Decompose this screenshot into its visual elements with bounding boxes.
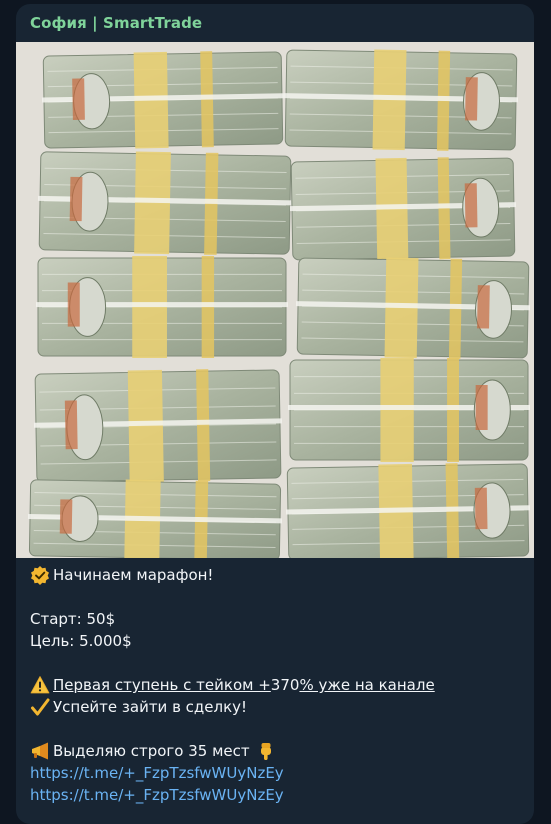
enter-text: Успейте зайти в сделку!: [53, 698, 248, 716]
step-text-c: % уже на канале: [299, 676, 435, 694]
banknote-stack: [285, 463, 530, 558]
banknote-stack: [41, 51, 284, 149]
message-bubble: София | SmartTrade Начинаем марафон! Ста…: [16, 4, 534, 824]
sender-name[interactable]: София | SmartTrade: [30, 14, 202, 32]
line-link2[interactable]: https://t.me/+_FzpTzsfwWUyNzEy: [30, 784, 524, 806]
message-photo[interactable]: [16, 42, 534, 558]
money-stacks-image: [16, 42, 534, 558]
banknote-stack: [289, 157, 516, 261]
line-link1[interactable]: https://t.me/+_FzpTzsfwWUyNzEy: [30, 762, 524, 784]
step-text-b: 370: [270, 676, 300, 694]
channel-link-2[interactable]: https://t.me/+_FzpTzsfwWUyNzEy: [30, 784, 284, 806]
banknote-stack: [296, 257, 531, 359]
pointing-down-icon: [260, 743, 271, 760]
intro-text: Начинаем марафон!: [53, 566, 214, 584]
line-seats: Выделяю строго 35 мест: [30, 740, 524, 762]
channel-link[interactable]: https://t.me/+_FzpTzsfwWUyNzEy: [30, 762, 284, 784]
line-start: Старт: 50$: [30, 610, 116, 628]
line-goal: Цель: 5.000$: [30, 632, 132, 650]
banknote-stack: [36, 256, 288, 358]
line-step: Первая ступень с тейком +370% уже на кан…: [30, 674, 524, 696]
message-text: Начинаем марафон! Старт: 50$ Цель: 5.000…: [30, 564, 524, 806]
banknote-stack: [288, 358, 530, 462]
line-enter: Успейте зайти в сделку!: [30, 696, 524, 718]
banknote-stack: [27, 479, 283, 558]
megaphone-icon: [32, 742, 48, 760]
checkmark-icon: [31, 698, 50, 716]
banknote-stack: [284, 49, 519, 151]
banknote-stack: [33, 369, 282, 483]
seats-text: Выделяю строго 35 мест: [53, 742, 250, 760]
warning-icon: [30, 676, 50, 694]
step-text-a: Первая ступень с тейком +: [53, 676, 271, 694]
banknote-stack: [38, 151, 293, 255]
verified-check-icon: [31, 566, 49, 585]
line-intro: Начинаем марафон!: [30, 564, 524, 586]
